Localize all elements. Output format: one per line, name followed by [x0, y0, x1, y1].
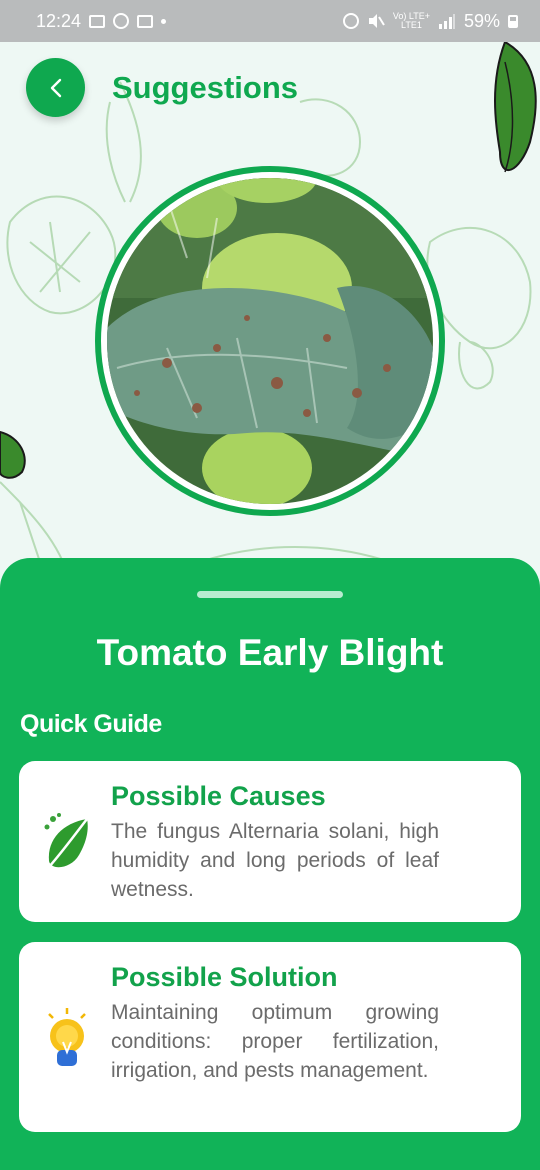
quick-guide-label: Quick Guide: [20, 710, 162, 738]
possible-causes-text: The fungus Alternaria solani, high humid…: [111, 820, 439, 901]
status-bar: 12:24 Vo) LTE+ LTE1 59%: [0, 0, 540, 42]
plant-photo-frame: [95, 166, 445, 516]
diseased-tomato-leaf-image: [107, 178, 433, 504]
alarm-icon: [342, 13, 359, 29]
battery-icon: [508, 14, 518, 28]
battery-percent: 59%: [463, 10, 500, 31]
plant-photo: [107, 178, 433, 504]
gallery-icon: [89, 14, 106, 28]
back-button[interactable]: [26, 58, 85, 117]
status-time: 12:24: [36, 10, 82, 31]
lightbulb-icon: [48, 1008, 86, 1066]
notification-dot-icon: [161, 18, 167, 24]
possible-solution-text: Maintaining optimum growing conditions: …: [111, 1001, 439, 1082]
possible-causes-title: Possible Causes: [111, 781, 326, 811]
page-title: Suggestions: [112, 70, 299, 105]
whatsapp-icon: [113, 13, 130, 29]
possible-causes-card: Possible Causes The fungus Alternaria so…: [19, 761, 521, 922]
leaf-icon: [44, 813, 88, 868]
network-bottom-label: LTE1: [400, 20, 422, 30]
status-left: 12:24: [36, 10, 167, 32]
possible-solution-title: Possible Solution: [111, 962, 338, 992]
instagram-icon: [137, 14, 154, 28]
signal-icon: [438, 14, 455, 29]
leaf-doodle-top-right: [494, 42, 537, 173]
chevron-left-icon: [50, 78, 61, 97]
mute-icon: [368, 14, 385, 28]
status-right: Vo) LTE+ LTE1 59%: [342, 10, 518, 32]
possible-solution-card: Possible Solution Maintaining optimum gr…: [19, 942, 521, 1132]
suggestion-sheet: Tomato Early Blight Quick Guide Possible…: [0, 558, 540, 1170]
leaf-doodle-left: [0, 430, 26, 479]
sheet-drag-handle[interactable]: [197, 591, 343, 598]
disease-title: Tomato Early Blight: [96, 632, 444, 673]
network-label: Vo) LTE+ LTE1: [393, 12, 430, 30]
